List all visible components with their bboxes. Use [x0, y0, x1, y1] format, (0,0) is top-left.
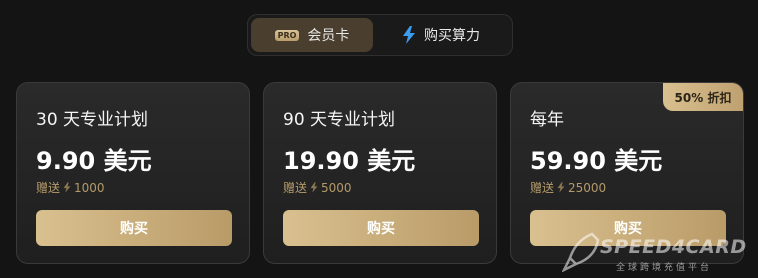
tab-buy-compute-label: 购买算力	[424, 28, 480, 44]
discount-badge: 50% 折扣	[663, 83, 743, 111]
buy-button[interactable]: 购买	[283, 210, 479, 246]
buy-button[interactable]: 购买	[36, 210, 232, 246]
bonus-label: 赠送	[530, 181, 555, 195]
plan-name: 90 天专业计划	[283, 110, 396, 130]
bonus-amount: 25000	[568, 180, 607, 195]
bonus-label: 赠送	[36, 181, 61, 195]
plan-card-90-days: 90 天专业计划 19.90 美元 赠送 5000 购买	[263, 82, 497, 264]
bonus-amount: 5000	[321, 180, 352, 195]
watermark-tagline: 全球跨境充值平台	[616, 263, 713, 273]
tab-membership-card-label: 会员卡	[307, 28, 350, 44]
bonus-amount: 1000	[74, 180, 105, 195]
plan-name: 30 天专业计划	[36, 110, 149, 130]
plan-price: 59.90 美元	[530, 147, 663, 175]
pro-badge: PRO	[274, 29, 300, 41]
lightning-icon	[310, 182, 318, 193]
bonus-label: 赠送	[283, 181, 308, 195]
tab-buy-compute[interactable]: 购买算力	[373, 18, 509, 52]
plan-type-tabs: PRO 会员卡 购买算力	[247, 14, 513, 56]
rocket-icon	[562, 232, 600, 272]
plan-bonus: 赠送 1000	[36, 179, 105, 196]
lightning-icon	[402, 26, 416, 44]
plan-bonus: 赠送 5000	[283, 179, 352, 196]
watermark-logo: SPEED4CARD 全球跨境充值平台	[560, 230, 755, 276]
plan-bonus: 赠送 25000	[530, 179, 606, 196]
plan-price: 19.90 美元	[283, 147, 416, 175]
plan-name: 每年	[530, 110, 564, 130]
lightning-icon	[63, 182, 71, 193]
tab-membership-card[interactable]: PRO 会员卡	[251, 18, 373, 52]
lightning-icon	[557, 182, 565, 193]
plan-price: 9.90 美元	[36, 147, 152, 175]
watermark-brand: SPEED4CARD	[600, 236, 747, 258]
plan-card-30-days: 30 天专业计划 9.90 美元 赠送 1000 购买	[16, 82, 250, 264]
